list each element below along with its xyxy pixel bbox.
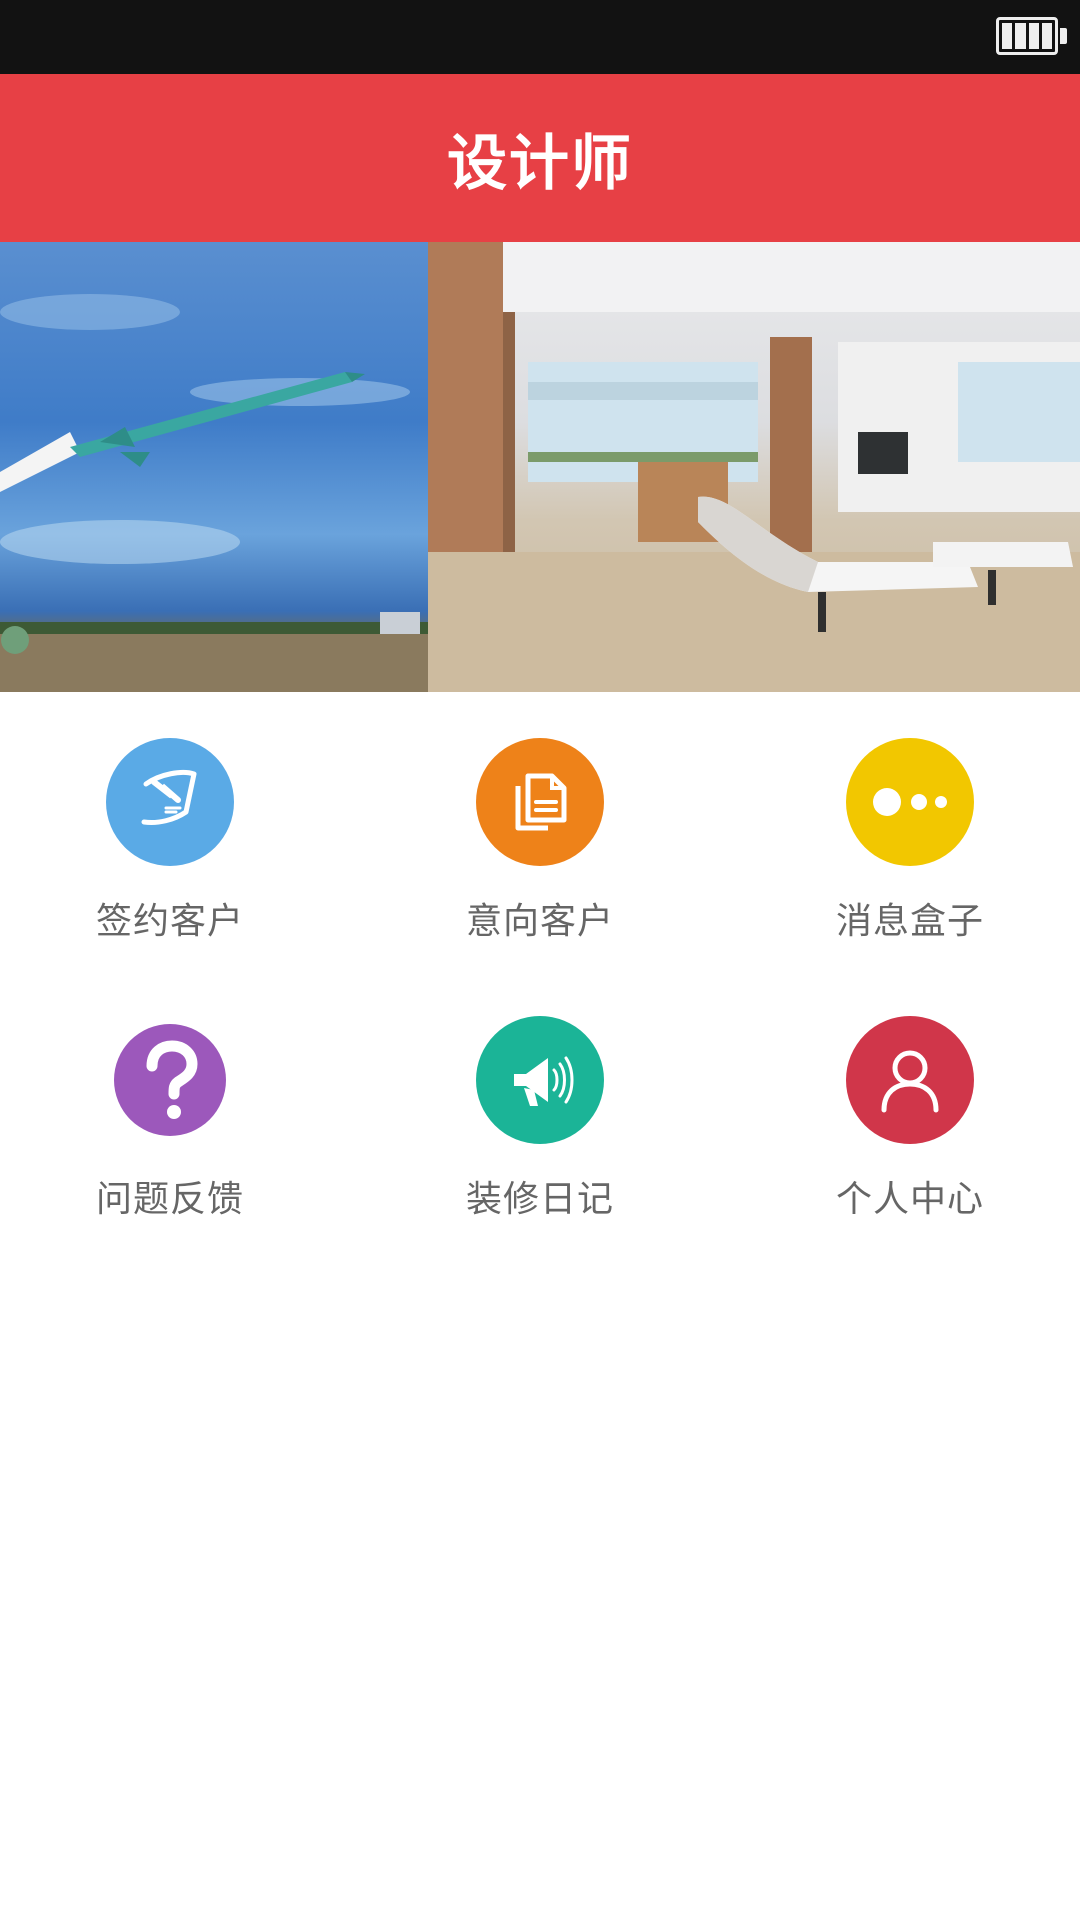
status-bar	[0, 0, 1080, 74]
page-title: 设计师	[447, 128, 633, 199]
document-icon	[476, 738, 604, 866]
menu-label-decoration-diary: 装修日记	[465, 1179, 614, 1220]
menu-item-signed-customers[interactable]: 签约客户	[20, 738, 320, 944]
banner-slide-missile[interactable]	[0, 242, 428, 692]
menu-item-feedback[interactable]: 问题反馈	[20, 1016, 320, 1222]
battery-icon	[996, 17, 1058, 55]
megaphone-icon	[476, 1016, 604, 1144]
menu-label-prospective-customers: 意向客户	[465, 901, 614, 942]
menu-label-signed-customers: 签约客户	[95, 901, 244, 942]
person-icon	[846, 1016, 974, 1144]
app-header: 设计师	[0, 74, 1080, 242]
menu-item-message-box[interactable]: 消息盒子	[760, 738, 1060, 944]
menu-label-feedback: 问题反馈	[95, 1179, 244, 1220]
message-dots-icon	[846, 738, 974, 866]
question-icon	[106, 1016, 234, 1144]
menu-item-prospective-customers[interactable]: 意向客户	[390, 738, 690, 944]
banner-slide-living-room[interactable]	[428, 242, 1080, 692]
image-banner[interactable]	[0, 242, 1080, 692]
living-room-photo	[428, 242, 1080, 692]
menu-label-personal-center: 个人中心	[835, 1179, 984, 1220]
battery-tip	[1060, 28, 1067, 44]
sign-customer-icon	[106, 738, 234, 866]
menu-item-personal-center[interactable]: 个人中心	[760, 1016, 1060, 1222]
missile-photo	[0, 294, 428, 692]
menu-label-message-box: 消息盒子	[835, 901, 984, 942]
menu-item-decoration-diary[interactable]: 装修日记	[390, 1016, 690, 1222]
